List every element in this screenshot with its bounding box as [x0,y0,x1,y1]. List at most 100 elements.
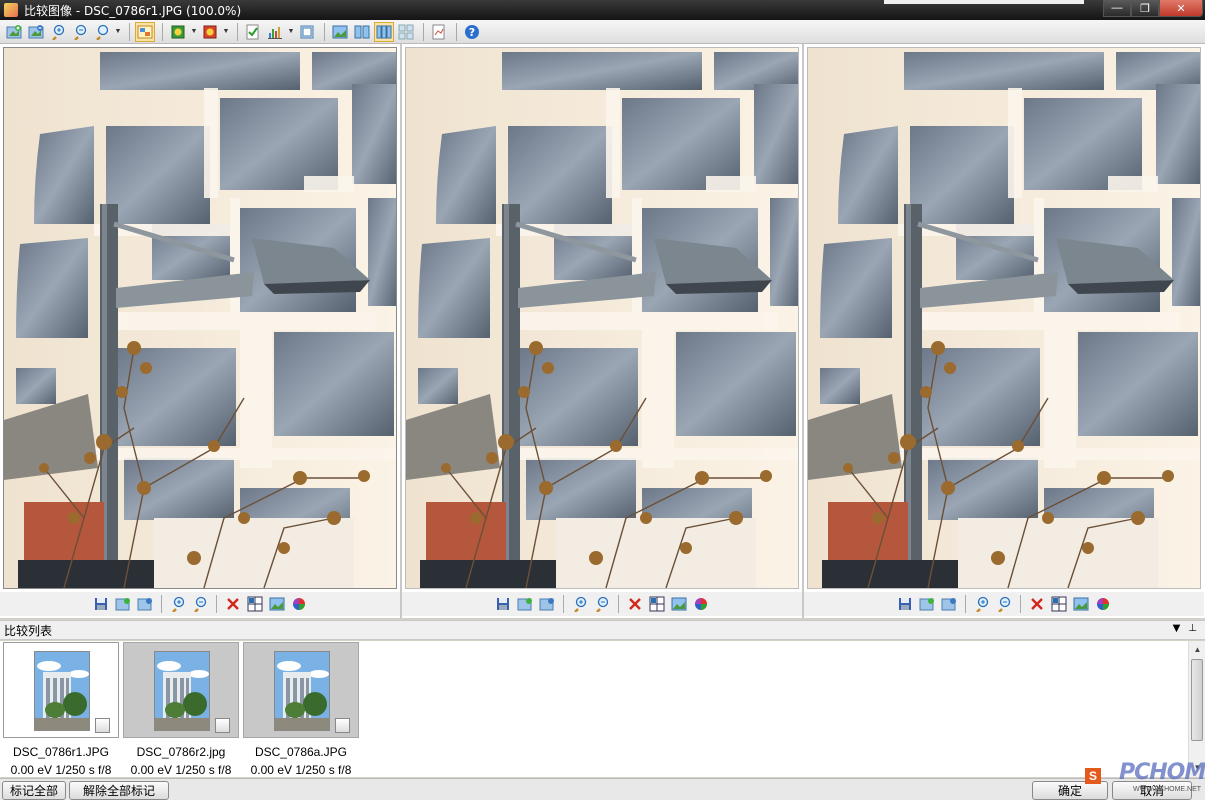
mark-checkbox[interactable] [95,718,110,733]
grid-icon[interactable] [245,595,265,613]
unmark-all-button[interactable]: 解除全部标记 [69,781,169,800]
grid-icon[interactable] [647,595,667,613]
add-icon[interactable] [515,595,535,613]
app-icon [4,3,18,17]
delete-icon[interactable] [1027,595,1047,613]
mark-checkbox[interactable] [335,718,350,733]
zoom-dropdown-arrow[interactable]: ▼ [114,22,122,42]
three-view-icon[interactable] [374,21,394,42]
save-icon[interactable] [91,595,111,613]
main-toolbar: ▼ ▼ ▼ ▼ ? [0,20,1205,44]
remove-icon[interactable] [537,595,557,613]
help-icon[interactable]: ? [462,22,482,42]
zoom-out-icon[interactable] [190,595,210,613]
photo-image-1 [4,48,397,589]
pane-toolbar-1 [0,592,400,616]
histogram-dropdown-arrow[interactable]: ▼ [287,22,295,42]
delete-icon[interactable] [223,595,243,613]
toolbar-separator [456,22,457,41]
scroll-up-icon[interactable]: ▲ [1189,641,1205,657]
add-image-icon[interactable] [4,22,24,42]
list-menu-dropdown-icon[interactable]: ▼ [1173,623,1181,634]
add-icon[interactable] [917,595,937,613]
zoom-options-icon[interactable] [92,22,112,42]
thumbnail-exif: 0.00 eV 1/250 s f/8 [250,763,352,777]
grid-icon[interactable] [1049,595,1069,613]
remove-image-icon[interactable] [26,22,46,42]
delete-icon[interactable] [625,595,645,613]
minimize-button[interactable]: — [1103,0,1131,17]
zoom-in-icon[interactable] [972,595,992,613]
title-bar: 比较图像 - DSC_0786r1.JPG (100.0%) — ❐ ✕ [0,0,1205,20]
list-item[interactable]: DSC_0786r1.JPG 0.00 eV 1/250 s f/8 [3,642,119,777]
check-icon[interactable] [243,22,263,42]
thumbnail-frame[interactable] [123,642,239,738]
add-icon[interactable] [113,595,133,613]
scrollbar-thumb[interactable] [1191,659,1203,741]
pane-toolbar-3 [804,592,1204,616]
zoom-in-icon[interactable] [168,595,188,613]
ok-button[interactable]: 确定 [1032,781,1108,800]
thumbnail-filename: DSC_0786r1.JPG [12,745,110,759]
color-options-icon[interactable] [200,22,220,42]
single-view-icon[interactable] [330,22,350,42]
zoom-out-icon[interactable] [70,22,90,42]
list-scrollbar[interactable]: ▲ ▼ [1188,641,1205,777]
zoom-out-icon[interactable] [592,595,612,613]
image-pane-3[interactable] [804,44,1204,618]
two-view-icon[interactable] [352,22,372,42]
save-icon[interactable] [493,595,513,613]
bottom-bar: 标记全部 解除全部标记 确定 取消 [0,778,1205,800]
thumbnail-image [154,651,210,731]
pane-toolbar-2 [402,592,802,616]
toolbar-separator [162,22,163,41]
fit-window-icon[interactable] [297,22,317,42]
pin-icon[interactable]: ⊥ [1188,623,1197,634]
thumbnail-frame[interactable] [3,642,119,738]
list-item[interactable]: DSC_0786r2.jpg 0.00 eV 1/250 s f/8 [123,642,239,777]
zoom-out-icon[interactable] [994,595,1014,613]
image-info-icon[interactable] [267,595,287,613]
image-info-icon[interactable] [1071,595,1091,613]
pane-toolbar-separator [1020,595,1021,613]
image-pane-1[interactable] [0,44,400,618]
color-wheel-icon[interactable] [289,595,309,613]
sync-view-icon[interactable] [135,21,155,42]
thumbnail-filename: DSC_0786a.JPG [254,745,348,759]
histogram-icon[interactable] [265,22,285,42]
image-info-icon[interactable] [669,595,689,613]
photo-view-1[interactable] [3,47,397,589]
color-wheel-icon[interactable] [691,595,711,613]
photo-image-3 [808,48,1201,589]
mark-all-button[interactable]: 标记全部 [2,781,66,800]
thumbnail-filename: DSC_0786r2.jpg [136,745,226,759]
cancel-button[interactable]: 取消 [1112,781,1192,800]
pane-toolbar-separator [161,595,162,613]
comparison-list-title: 比较列表 [4,623,53,638]
restore-button[interactable]: ❐ [1131,0,1159,17]
grid-view-icon[interactable] [396,22,416,42]
photo-view-2[interactable] [405,47,799,589]
zoom-in-icon[interactable] [570,595,590,613]
mark-checkbox[interactable] [215,718,230,733]
color-wheel-icon[interactable] [1093,595,1113,613]
zoom-in-icon[interactable] [48,22,68,42]
save-icon[interactable] [895,595,915,613]
close-button[interactable]: ✕ [1159,0,1203,17]
pane-toolbar-separator [965,595,966,613]
pane-toolbar-separator [563,595,564,613]
remove-icon[interactable] [939,595,959,613]
image-pane-2[interactable] [402,44,802,618]
photo-view-3[interactable] [807,47,1201,589]
export-icon[interactable] [429,22,449,42]
window-title: 比较图像 - DSC_0786r1.JPG (100.0%) [24,3,242,18]
thumbnail-frame[interactable] [243,642,359,738]
color-options-dropdown-arrow[interactable]: ▼ [222,22,230,42]
photo-image-2 [406,48,799,589]
color-adjust-icon[interactable] [168,22,188,42]
remove-icon[interactable] [135,595,155,613]
scroll-down-icon[interactable]: ▼ [1189,759,1205,775]
thumbnail-image [34,651,90,731]
list-item[interactable]: DSC_0786a.JPG 0.00 eV 1/250 s f/8 [243,642,359,777]
color-dropdown-arrow[interactable]: ▼ [190,22,198,42]
